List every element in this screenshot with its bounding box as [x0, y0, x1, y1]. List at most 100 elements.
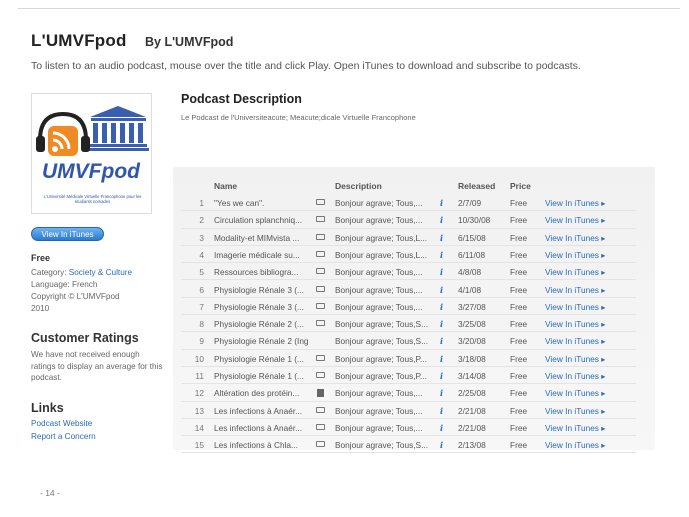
info-icon[interactable]: i [440, 319, 448, 329]
episode-released: 2/25/08 [458, 388, 486, 399]
episode-name[interactable]: Ressources bibliogra... [214, 267, 309, 277]
table-row[interactable]: 8 Physiologie Rénale 2 (... Bonjour agrave… [181, 315, 636, 333]
column-header-description[interactable]: Description [335, 181, 382, 191]
links-heading: Links [31, 401, 64, 415]
table-row[interactable]: 7 Physiologie Rénale 3 (... Bonjour agrave… [181, 298, 636, 316]
episode-name[interactable]: Physiologie Rénale 1 (... [214, 354, 309, 364]
episode-name[interactable]: Physiologie Rénale 3 (... [214, 302, 309, 312]
view-in-itunes-link[interactable]: View In iTunes ▸ [545, 319, 615, 329]
episode-released: 2/13/08 [458, 440, 486, 451]
episode-price: Free [510, 284, 528, 295]
document-icon [316, 389, 326, 398]
copyright-year: 2010 [31, 304, 50, 313]
episode-name[interactable]: Les infections à Anaér... [214, 423, 309, 433]
view-in-itunes-link[interactable]: View In iTunes ▸ [545, 198, 615, 208]
info-icon[interactable]: i [440, 233, 448, 243]
episode-released: 2/21/08 [458, 422, 486, 433]
view-in-itunes-link[interactable]: View In iTunes ▸ [545, 354, 615, 364]
episode-description: Bonjour agrave; Tous,... [335, 284, 423, 295]
table-row[interactable]: 6 Physiologie Rénale 3 (... Bonjour agrave… [181, 281, 636, 298]
table-row[interactable]: 9 Physiologie Rénale 2 (Ing... Bonjour agr… [181, 332, 636, 350]
table-row[interactable]: 2 Circulation splanchniq... Bonjour agrave… [181, 211, 636, 229]
episode-price: Free [510, 301, 528, 312]
category-link[interactable]: Society & Culture [69, 268, 132, 277]
episode-name[interactable]: Physiologie Rénale 2 (Ing... [214, 336, 309, 346]
info-icon[interactable]: i [440, 440, 448, 450]
episode-name[interactable]: Imagerie médicale su... [214, 250, 309, 260]
episode-name[interactable]: Modality-et MIMvista ... [214, 233, 309, 243]
video-icon [316, 268, 326, 276]
view-in-itunes-link[interactable]: View In iTunes ▸ [545, 250, 615, 260]
table-row[interactable]: 5 Ressources bibliogra... Bonjour agrave; … [181, 263, 636, 281]
video-icon [316, 406, 326, 415]
report-concern-link[interactable]: Report a Concern [31, 431, 96, 444]
view-in-itunes-link[interactable]: View In iTunes ▸ [545, 336, 615, 346]
artwork-caption: L'Université Médicale Virtuelle Francoph… [43, 194, 142, 204]
column-header-price[interactable]: Price [510, 181, 531, 191]
info-icon[interactable]: i [440, 198, 448, 208]
info-icon[interactable]: i [440, 285, 448, 295]
episode-name[interactable]: "Yes we can". [214, 198, 309, 208]
table-row[interactable]: 10 Physiologie Rénale 1 (... Bonjour agrav… [181, 350, 636, 367]
column-header-name[interactable]: Name [214, 181, 237, 191]
view-in-itunes-link[interactable]: View In iTunes ▸ [545, 267, 615, 277]
view-in-itunes-link[interactable]: View In iTunes ▸ [545, 440, 615, 450]
view-in-itunes-link[interactable]: View In iTunes ▸ [545, 285, 615, 295]
podcast-website-link[interactable]: Podcast Website [31, 418, 96, 431]
episode-name[interactable]: Les infections à Anaér... [214, 406, 309, 416]
episode-number: 11 [195, 371, 204, 381]
info-icon[interactable]: i [440, 354, 448, 364]
view-in-itunes-link[interactable]: View In iTunes ▸ [545, 233, 615, 243]
table-row[interactable]: 12 Altération des protéin... Bonjour agrav… [181, 384, 636, 402]
info-icon[interactable]: i [440, 215, 448, 225]
ratings-text: We have not received enough ratings to d… [31, 350, 163, 382]
episode-price: Free [510, 405, 528, 416]
episode-name[interactable]: Physiologie Rénale 1 (... [214, 371, 309, 381]
episode-name[interactable]: Circulation splanchniq... [214, 215, 309, 225]
episode-description: Bonjour agrave; Tous,... [335, 215, 423, 226]
view-in-itunes-link[interactable]: View In iTunes ▸ [545, 388, 615, 398]
episode-number: 2 [199, 215, 204, 226]
episode-name[interactable]: Les infections à Chla... [214, 440, 309, 450]
episode-price: Free [510, 319, 528, 330]
episode-released: 3/27/08 [458, 301, 486, 312]
table-row[interactable]: 11 Physiologie Rénale 1 (... Bonjour agrav… [181, 367, 636, 385]
episode-number: 13 [194, 405, 204, 416]
episode-number: 1 [199, 198, 204, 208]
episode-name[interactable]: Physiologie Rénale 2 (... [214, 319, 309, 329]
episode-description: Bonjour agrave; Tous,... [335, 267, 423, 278]
info-icon[interactable]: i [440, 423, 448, 433]
episode-description: Bonjour agrave; Tous,L... [335, 249, 428, 260]
view-in-itunes-button[interactable]: View In iTunes [31, 227, 104, 241]
info-icon[interactable]: i [440, 371, 448, 381]
table-row[interactable]: 4 Imagerie médicale su... Bonjour agrave; … [181, 246, 636, 264]
video-icon [316, 441, 326, 449]
view-in-itunes-link[interactable]: View In iTunes ▸ [545, 215, 615, 225]
view-in-itunes-link[interactable]: View In iTunes ▸ [545, 371, 615, 381]
episode-name[interactable]: Physiologie Rénale 3 (... [214, 285, 309, 295]
info-icon[interactable]: i [440, 250, 448, 260]
view-in-itunes-link[interactable]: View In iTunes ▸ [545, 423, 615, 433]
info-icon[interactable]: i [440, 267, 448, 277]
info-icon[interactable]: i [440, 302, 448, 312]
info-icon[interactable]: i [440, 406, 448, 416]
info-icon[interactable]: i [440, 336, 448, 346]
episode-description: Bonjour agrave; Tous,S... [335, 336, 429, 347]
info-icon[interactable]: i [440, 388, 448, 398]
column-header-released[interactable]: Released [458, 181, 495, 191]
episode-name[interactable]: Altération des protéin... [214, 388, 309, 398]
episode-released: 4/1/08 [458, 284, 482, 295]
table-row[interactable]: 1 "Yes we can". Bonjour agrave; Tous,... i 2… [181, 194, 636, 212]
episode-price: Free [510, 371, 528, 381]
video-icon [316, 285, 326, 294]
view-in-itunes-link[interactable]: View In iTunes ▸ [545, 406, 615, 416]
table-row[interactable]: 13 Les infections à Anaér... Bonjour agrav… [181, 402, 636, 419]
view-in-itunes-link[interactable]: View In iTunes ▸ [545, 302, 615, 312]
description-heading: Podcast Description [181, 92, 302, 106]
episode-number: 6 [199, 284, 204, 295]
table-row[interactable]: 15 Les infections à Chla... Bonjour agrave… [181, 436, 636, 454]
table-row[interactable]: 3 Modality-et MIMvista ... Bonjour agrave;… [181, 229, 636, 246]
table-row[interactable]: 14 Les infections à Anaér... Bonjour agrav… [181, 419, 636, 437]
episode-price: Free [510, 440, 528, 451]
episode-released: 10/30/08 [458, 215, 491, 226]
